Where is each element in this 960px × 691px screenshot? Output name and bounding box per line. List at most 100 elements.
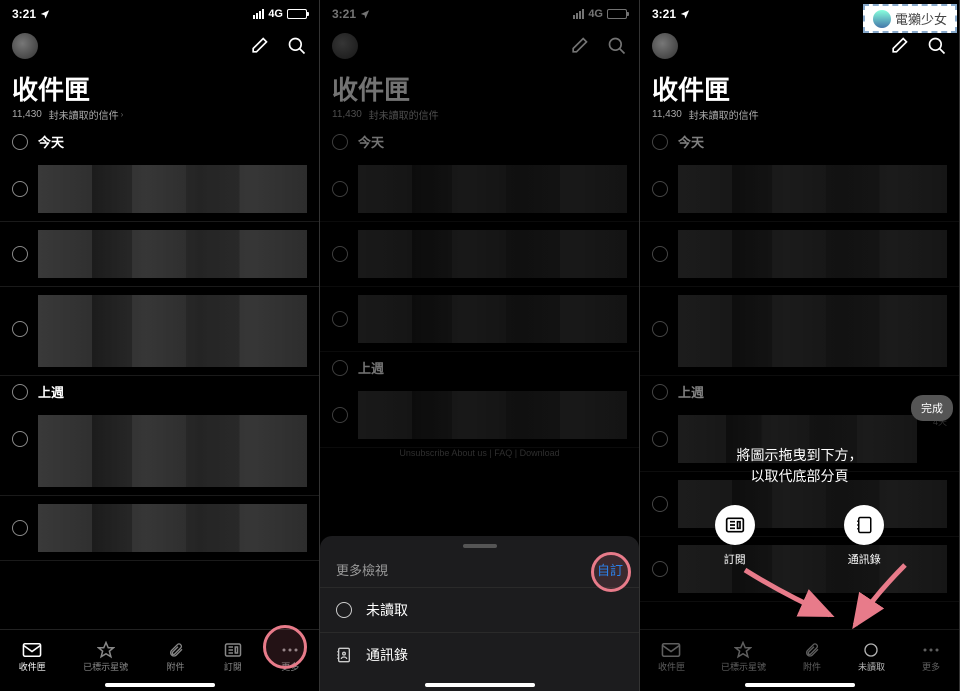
list-item[interactable]: [0, 287, 319, 376]
radio-icon[interactable]: [12, 134, 28, 150]
app-header: [640, 28, 959, 64]
app-header: [320, 28, 639, 64]
radio-icon: [332, 246, 348, 262]
unread-summary[interactable]: 11,430 封未讀取的信件›: [12, 107, 307, 122]
search-icon: [607, 36, 627, 56]
radio-icon: [652, 384, 668, 400]
address-book-icon: [336, 646, 352, 664]
list-item[interactable]: [0, 222, 319, 287]
list-item[interactable]: [0, 407, 319, 496]
radio-icon: [652, 134, 668, 150]
circle-icon: [861, 642, 881, 658]
tab-subscriptions[interactable]: 訂閱: [223, 642, 243, 673]
more-sheet[interactable]: 更多檢視 自訂 未讀取 通訊錄: [320, 536, 639, 691]
page-title: 收件匣: [332, 70, 627, 107]
location-arrow-icon: [40, 9, 50, 19]
radio-icon: [332, 407, 348, 423]
page-title: 收件匣: [12, 70, 307, 107]
unread-summary[interactable]: 11,430 封未讀取的信件: [652, 107, 947, 122]
battery-icon: [287, 9, 307, 19]
star-icon: [733, 642, 753, 658]
tab-attachments[interactable]: 附件: [166, 642, 186, 673]
sheet-row-contacts[interactable]: 通訊錄: [320, 632, 639, 677]
title-block: 收件匣 11,430 封未讀取的信件: [640, 64, 959, 126]
status-time: 3:21: [12, 7, 36, 21]
tab-more[interactable]: 更多: [280, 642, 300, 673]
list-item: [640, 222, 959, 287]
mail-list[interactable]: 今天 上週: [0, 126, 319, 629]
sheet-row-unread[interactable]: 未讀取: [320, 587, 639, 632]
home-indicator[interactable]: [745, 683, 855, 687]
title-block: 收件匣 11,430 封未讀取的信件: [320, 64, 639, 126]
radio-icon[interactable]: [12, 384, 28, 400]
sheet-title: 更多檢視: [336, 560, 388, 579]
compose-icon[interactable]: [889, 36, 909, 56]
section-today: 今天: [320, 126, 639, 157]
location-arrow-icon: [680, 9, 690, 19]
radio-icon: [652, 321, 668, 337]
footer-snippet: Unsubscribe About us | FAQ | Download: [320, 448, 639, 458]
radio-icon: [332, 181, 348, 197]
list-item[interactable]: [0, 157, 319, 222]
more-icon: [921, 642, 941, 658]
compose-icon: [569, 36, 589, 56]
screen-2-more-sheet: 3:21 4G 收件匣 11,430 封未讀取的信件 今天 上週: [320, 0, 640, 691]
address-book-icon: [844, 505, 884, 545]
tab-inbox[interactable]: 收件匣: [658, 642, 685, 673]
page-title: 收件匣: [652, 70, 947, 107]
radio-icon: [332, 134, 348, 150]
radio-icon[interactable]: [12, 321, 28, 337]
circle-icon: [336, 602, 352, 618]
customize-button[interactable]: 自訂: [597, 560, 623, 579]
chevron-right-icon: ›: [121, 110, 124, 119]
radio-icon[interactable]: [12, 246, 28, 262]
tab-more[interactable]: 更多: [921, 642, 941, 673]
radio-icon: [332, 360, 348, 376]
sheet-handle[interactable]: [463, 544, 497, 548]
list-item: [640, 287, 959, 376]
signal-bars-icon: [253, 9, 264, 19]
status-time: 3:21: [332, 7, 356, 21]
avatar[interactable]: [12, 33, 38, 59]
home-indicator[interactable]: [105, 683, 215, 687]
section-last-week: 上週: [320, 352, 639, 383]
section-last-week[interactable]: 上週: [0, 376, 319, 407]
location-arrow-icon: [360, 9, 370, 19]
radio-icon[interactable]: [12, 431, 28, 447]
list-item: [320, 287, 639, 352]
more-icon: [280, 642, 300, 658]
list-item: [320, 383, 639, 448]
star-icon: [96, 642, 116, 658]
list-item[interactable]: [0, 496, 319, 561]
instruction-text: 將圖示拖曳到下方， 以取代底部分頁: [640, 445, 959, 487]
screen-1-inbox: 3:21 4G 收件匣 11,430 封未讀取的信件› 今天 上: [0, 0, 320, 691]
tab-starred[interactable]: 已標示星號: [721, 642, 766, 673]
radio-icon[interactable]: [12, 181, 28, 197]
paperclip-icon: [802, 642, 822, 658]
signal-bars-icon: [573, 9, 584, 19]
drag-item-subscriptions[interactable]: 訂閱: [715, 505, 755, 567]
search-icon[interactable]: [287, 36, 307, 56]
tab-unread[interactable]: 未讀取: [858, 642, 885, 673]
radio-icon: [652, 181, 668, 197]
avatar[interactable]: [652, 33, 678, 59]
avatar: [332, 33, 358, 59]
tab-bar: 收件匣 已標示星號 附件 未讀取 更多: [640, 629, 959, 691]
section-today: 今天: [640, 126, 959, 157]
drag-item-contacts[interactable]: 通訊錄: [844, 505, 884, 567]
search-icon[interactable]: [927, 36, 947, 56]
battery-icon: [607, 9, 627, 19]
watermark-badge: 電獺少女: [863, 4, 957, 33]
tab-inbox[interactable]: 收件匣: [19, 642, 46, 673]
done-button[interactable]: 完成: [911, 395, 953, 421]
title-block: 收件匣 11,430 封未讀取的信件›: [0, 64, 319, 126]
home-indicator[interactable]: [425, 683, 535, 687]
tab-attachments[interactable]: 附件: [802, 642, 822, 673]
unread-summary: 11,430 封未讀取的信件: [332, 107, 627, 122]
section-today[interactable]: 今天: [0, 126, 319, 157]
watermark-icon: [873, 10, 891, 28]
radio-icon: [332, 311, 348, 327]
tab-starred[interactable]: 已標示星號: [83, 642, 128, 673]
radio-icon[interactable]: [12, 520, 28, 536]
compose-icon[interactable]: [249, 36, 269, 56]
